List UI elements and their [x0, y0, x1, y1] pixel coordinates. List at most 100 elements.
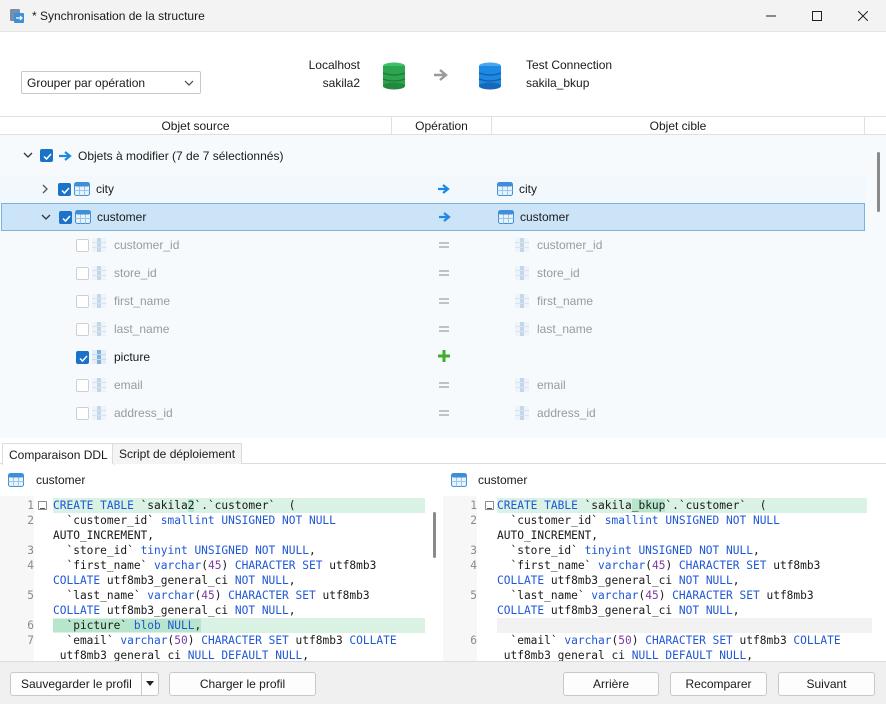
- source-object-name: first_name: [114, 294, 171, 308]
- save-profile-button[interactable]: Sauvegarder le profil: [10, 672, 159, 696]
- maximize-button[interactable]: [794, 0, 840, 32]
- left-ddl-title: customer: [8, 470, 85, 490]
- tree-row-column[interactable]: first_name first_name: [0, 287, 866, 315]
- group-checkbox[interactable]: [40, 149, 53, 162]
- code-line: CREATE TABLE `sakila_bkup`.`customer` (: [497, 498, 867, 513]
- direction-arrow-icon: [433, 68, 449, 85]
- equal-icon: [436, 378, 452, 392]
- right-ddl-editor[interactable]: 1 2 3 4 5 6 CREATE TABLE `sakila_bkup`.`…: [443, 496, 886, 661]
- row-checkbox[interactable]: [59, 211, 72, 224]
- chevron-down-icon[interactable]: [23, 150, 33, 160]
- code-line: `customer_id` smallint UNSIGNED NOT NULL: [497, 514, 780, 527]
- column-icon: [515, 378, 531, 392]
- target-database-icon: [478, 62, 502, 90]
- modify-arrow-icon: [58, 149, 74, 163]
- row-checkbox[interactable]: [76, 267, 89, 280]
- column-icon: [92, 322, 108, 336]
- line-number: 1: [470, 499, 477, 512]
- equal-icon: [436, 322, 452, 336]
- tree-scrollbar[interactable]: [877, 152, 880, 212]
- column-icon: [515, 266, 531, 280]
- code-line: `store_id` tinyint UNSIGNED NOT NULL,: [497, 544, 760, 557]
- tree-row-column[interactable]: email email: [0, 371, 866, 399]
- line-number: 2: [470, 514, 477, 527]
- code-line: COLLATE utf8mb3_general_ci NOT NULL,: [53, 574, 296, 587]
- source-database-icon: [382, 62, 406, 90]
- code-line: AUTO_INCREMENT,: [497, 529, 599, 542]
- code-line: AUTO_INCREMENT,: [53, 529, 155, 542]
- tree-row-column[interactable]: store_id store_id: [0, 259, 866, 287]
- source-connection-name: Localhost: [308, 58, 360, 72]
- tab-deployment-script[interactable]: Script de déploiement: [112, 443, 243, 464]
- row-checkbox[interactable]: [76, 295, 89, 308]
- row-checkbox[interactable]: [58, 183, 71, 196]
- right-ddl-table-name: customer: [478, 473, 528, 487]
- tree-row-column[interactable]: address_id address_id: [0, 399, 866, 427]
- row-checkbox[interactable]: [76, 379, 89, 392]
- target-connection-name: Test Connection: [526, 58, 613, 72]
- tree-row-column[interactable]: picture: [0, 343, 866, 371]
- fold-toggle-icon[interactable]: [38, 501, 47, 510]
- code-line: `email` varchar(50) CHARACTER SET utf8mb…: [497, 634, 841, 647]
- title-bar: * Synchronisation de la structure: [0, 0, 886, 32]
- left-ddl-scrollbar[interactable]: [433, 512, 436, 558]
- code-line: COLLATE utf8mb3_general_ci NOT NULL,: [497, 574, 740, 587]
- row-checkbox[interactable]: [76, 239, 89, 252]
- modify-arrow-icon: [437, 210, 453, 224]
- line-number: 4: [470, 559, 477, 572]
- code-line: `first_name` varchar(45) CHARACTER SET u…: [497, 559, 821, 572]
- column-icon: [515, 322, 531, 336]
- line-number: 3: [27, 544, 34, 557]
- minimize-button[interactable]: [748, 0, 794, 32]
- column-icon: [515, 294, 531, 308]
- group-row[interactable]: Objets à modifier (7 de 7 sélectionnés): [0, 141, 866, 169]
- line-number: 2: [27, 514, 34, 527]
- chevron-right-icon[interactable]: [40, 184, 50, 194]
- line-number: 3: [470, 544, 477, 557]
- column-target[interactable]: Objet cible: [492, 117, 865, 134]
- code-line: `customer_id` smallint UNSIGNED NOT NULL: [53, 514, 336, 527]
- target-database-name: sakila_bkup: [526, 76, 590, 90]
- column-icon: [92, 378, 108, 392]
- row-checkbox[interactable]: [76, 351, 89, 364]
- tab-ddl-comparison[interactable]: Comparaison DDL: [2, 443, 115, 465]
- tree-row-column[interactable]: last_name last_name: [0, 315, 866, 343]
- close-button[interactable]: [840, 0, 886, 32]
- equal-icon: [436, 266, 452, 280]
- modify-arrow-icon: [436, 182, 452, 196]
- table-icon: [8, 473, 24, 487]
- column-source[interactable]: Objet source: [0, 117, 392, 134]
- row-checkbox[interactable]: [76, 323, 89, 336]
- save-profile-label: Sauvegarder le profil: [21, 677, 132, 691]
- fold-toggle-icon[interactable]: [485, 501, 494, 510]
- row-checkbox[interactable]: [76, 407, 89, 420]
- column-operation[interactable]: Opération: [392, 117, 492, 134]
- chevron-down-icon: [184, 77, 194, 91]
- back-button[interactable]: Arrière: [563, 672, 659, 696]
- app-icon: [9, 8, 25, 24]
- group-by-select[interactable]: Grouper par opération: [21, 71, 201, 94]
- right-ddl-title: customer: [451, 470, 527, 490]
- source-object-name: picture: [114, 350, 151, 364]
- source-object-name: email: [114, 378, 143, 392]
- column-header: Objet source Opération Objet cible: [0, 116, 886, 135]
- dropdown-arrow-icon[interactable]: [141, 673, 158, 695]
- target-connection-info: Test Connection sakila_bkup: [526, 56, 612, 92]
- tree-row-column[interactable]: customer_id customer_id: [0, 231, 866, 259]
- column-icon: [92, 350, 108, 364]
- column-icon: [515, 238, 531, 252]
- line-number: 6: [470, 634, 477, 647]
- left-ddl-editor[interactable]: 1 2 3 4 5 6 7 CREATE TABLE `sakila2`.`cu…: [0, 496, 438, 661]
- target-object-name: customer: [520, 210, 570, 224]
- tree-row-customer[interactable]: customer customer: [1, 203, 865, 231]
- chevron-down-icon[interactable]: [41, 212, 51, 222]
- column-icon: [92, 294, 108, 308]
- tree-row-city[interactable]: city city: [0, 175, 866, 203]
- recompare-button[interactable]: Recomparer: [670, 672, 767, 696]
- equal-icon: [436, 238, 452, 252]
- line-number: 5: [470, 589, 477, 602]
- source-object-name: city: [96, 182, 114, 196]
- next-button[interactable]: Suivant: [778, 672, 875, 696]
- load-profile-button[interactable]: Charger le profil: [169, 672, 316, 696]
- line-number: 7: [27, 634, 34, 647]
